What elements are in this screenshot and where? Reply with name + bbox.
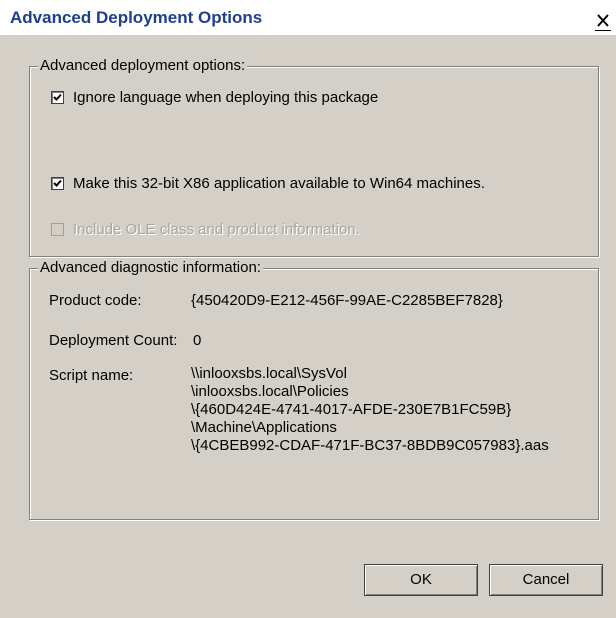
dialog-title: Advanced Deployment Options xyxy=(10,8,263,27)
product-code-value: {450420D9-E212-456F-99AE-C2285BEF7828} xyxy=(191,292,503,309)
advanced-deployment-options-dialog: Advanced Deployment Options Advanced dep… xyxy=(0,0,616,618)
product-code-label: Product code: xyxy=(49,292,142,309)
script-name-line: \Machine\Applications xyxy=(191,419,337,436)
script-name-line: \{4CBEB992-CDAF-471F-BC37-8BDB9C057983}.… xyxy=(191,437,549,454)
ok-button[interactable]: OK xyxy=(364,564,478,596)
script-name-line: \inlooxsbs.local\Policies xyxy=(191,383,349,400)
win64-availability-checkbox[interactable] xyxy=(51,177,64,190)
ole-class-option: Include OLE class and product informatio… xyxy=(51,221,360,238)
ole-class-checkbox xyxy=(51,223,64,236)
ignore-language-label: Ignore language when deploying this pack… xyxy=(73,89,379,106)
close-button[interactable] xyxy=(595,11,611,29)
script-name-value: \\inlooxsbs.local\SysVol \inlooxsbs.loca… xyxy=(191,365,549,455)
close-underline xyxy=(595,30,611,31)
checkmark-icon xyxy=(53,179,62,187)
ignore-language-checkbox[interactable] xyxy=(51,91,64,104)
ole-class-label: Include OLE class and product informatio… xyxy=(73,221,360,238)
deployment-options-legend: Advanced deployment options: xyxy=(38,57,248,75)
diagnostic-info-legend: Advanced diagnostic information: xyxy=(38,259,263,277)
script-name-line: \{460D424E-4741-4017-AFDE-230E7B1FC59B} xyxy=(191,401,512,418)
script-name-label: Script name: xyxy=(49,367,134,384)
cancel-button[interactable]: Cancel xyxy=(489,564,603,596)
deployment-count-label: Deployment Count: xyxy=(49,332,178,349)
ignore-language-option[interactable]: Ignore language when deploying this pack… xyxy=(51,89,378,106)
checkmark-icon xyxy=(53,93,62,101)
win64-availability-label: Make this 32-bit X86 application availab… xyxy=(73,175,485,192)
script-name-line: \\inlooxsbs.local\SysVol xyxy=(191,365,347,382)
win64-availability-option[interactable]: Make this 32-bit X86 application availab… xyxy=(51,175,485,192)
deployment-count-value: 0 xyxy=(193,332,202,349)
title-bar: Advanced Deployment Options xyxy=(0,0,616,35)
close-icon xyxy=(597,14,609,27)
